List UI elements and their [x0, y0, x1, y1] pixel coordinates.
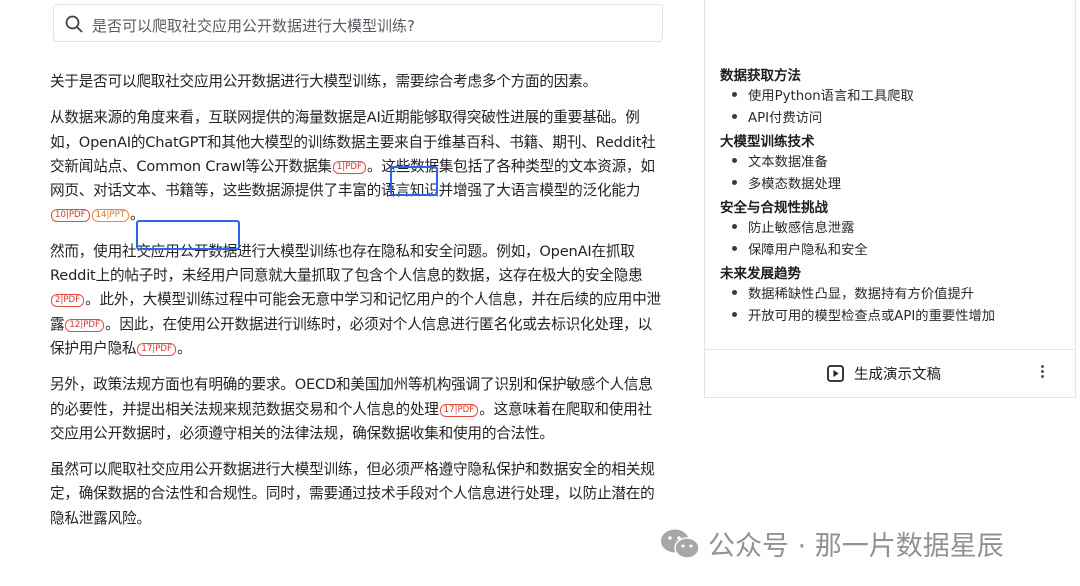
- citation-badge[interactable]: 17|PDF: [137, 342, 176, 356]
- answer-paragraph-5: 虽然可以爬取社交应用公开数据进行大模型训练，但必须严格遵守隐私保护和数据安全的相…: [50, 458, 662, 531]
- wechat-icon: [661, 529, 700, 559]
- outline-item-label: 使用Python语言和工具爬取: [748, 89, 914, 104]
- watermark-text: 公众号 · 那一片数据星辰: [708, 531, 1004, 562]
- outline-item-label: API付费访问: [748, 111, 823, 126]
- outline-item: 开放可用的模型检查点或API的重要性增加: [732, 305, 995, 324]
- citation-badge[interactable]: 14|PPT: [91, 209, 130, 223]
- outline-item-label: 防止敏感信息泄露: [748, 221, 855, 236]
- bullet-icon: [732, 290, 737, 295]
- outline-section-title: 未来发展趋势: [720, 266, 801, 282]
- outline-item-label: 保障用户隐私和安全: [748, 243, 868, 258]
- outline-section-title: 数据获取方法: [720, 68, 801, 84]
- outline-item: 防止敏感信息泄露: [732, 217, 854, 236]
- citation-highlight-box: [136, 220, 240, 250]
- search-bar[interactable]: 是否可以爬取社交应用公开数据进行大模型训练?: [53, 4, 663, 42]
- outline-item: 文本数据准备: [732, 151, 828, 170]
- answer-paragraph-2: 从数据来源的角度来看，互联网提供的海量数据是AI近期能够取得突破性进展的重要基础…: [50, 106, 662, 227]
- citation-badge[interactable]: 17|PDF: [439, 403, 479, 417]
- answer-text: 虽然可以爬取社交应用公开数据进行大模型训练，但必须严格遵守隐私保护和数据安全的相…: [50, 461, 655, 527]
- play-icon: [827, 365, 844, 382]
- citation-badge[interactable]: 2|PDF: [51, 294, 85, 308]
- citation-badge[interactable]: 1|PDF: [332, 160, 366, 174]
- citation-badge[interactable]: 10|PDF: [51, 209, 90, 223]
- outline-section-title: 安全与合规性挑战: [720, 200, 828, 216]
- divider: [705, 349, 1075, 350]
- outline-item-label: 数据稀缺性凸显，数据持有方价值提升: [748, 287, 975, 302]
- outline-panel: 数据获取方法 使用Python语言和工具爬取 API付费访问 大模型训练技术 文…: [704, 0, 1076, 398]
- generate-presentation-label: 生成演示文稿: [854, 367, 941, 383]
- bullet-icon: [732, 114, 737, 119]
- generate-presentation-button[interactable]: 生成演示文稿: [827, 363, 941, 387]
- bullet-icon: [732, 158, 737, 163]
- citation-badge[interactable]: 12|PDF: [65, 318, 104, 332]
- outline-item: API付费访问: [732, 107, 822, 126]
- clipped-list-item: [749, 40, 753, 50]
- answer-paragraph-4: 另外，政策法规方面也有明确的要求。OECD和美国加州等机构强调了识别和保护敏感个…: [50, 373, 662, 446]
- answer-paragraph-3: 然而，使用社交应用公开数据进行大模型训练也存在隐私和安全问题。例如，OpenAI…: [50, 240, 662, 361]
- outline-item-label: 多模态数据处理: [748, 177, 842, 192]
- search-query: 是否可以爬取社交应用公开数据进行大模型训练?: [92, 17, 415, 35]
- search-icon: [65, 15, 83, 33]
- bullet-icon: [732, 180, 737, 185]
- outline-item: 多模态数据处理: [732, 173, 841, 192]
- bullet-icon: [732, 312, 737, 317]
- outline-item-label: 文本数据准备: [748, 155, 828, 170]
- bullet-icon: [732, 246, 737, 251]
- outline-section-title: 大模型训练技术: [720, 134, 815, 150]
- outline-item: 数据稀缺性凸显，数据持有方价值提升: [732, 283, 974, 302]
- bullet-icon: [732, 92, 737, 97]
- answer-text: 关于是否可以爬取社交应用公开数据进行大模型训练，需要综合考虑多个方面的因素。: [50, 73, 597, 90]
- answer-content: 关于是否可以爬取社交应用公开数据进行大模型训练，需要综合考虑多个方面的因素。 从…: [50, 70, 662, 543]
- outline-item: 使用Python语言和工具爬取: [732, 85, 914, 104]
- answer-paragraph-1: 关于是否可以爬取社交应用公开数据进行大模型训练，需要综合考虑多个方面的因素。: [50, 70, 662, 94]
- outline-item-label: 开放可用的模型检查点或API的重要性增加: [748, 309, 996, 324]
- watermark: 公众号 · 那一片数据星辰: [660, 524, 1004, 564]
- more-options-icon[interactable]: [1039, 363, 1045, 380]
- outline-item: 保障用户隐私和安全: [732, 239, 868, 258]
- answer-text: 。: [176, 339, 192, 357]
- citation-highlight-box: [390, 166, 438, 196]
- bullet-icon: [732, 224, 737, 229]
